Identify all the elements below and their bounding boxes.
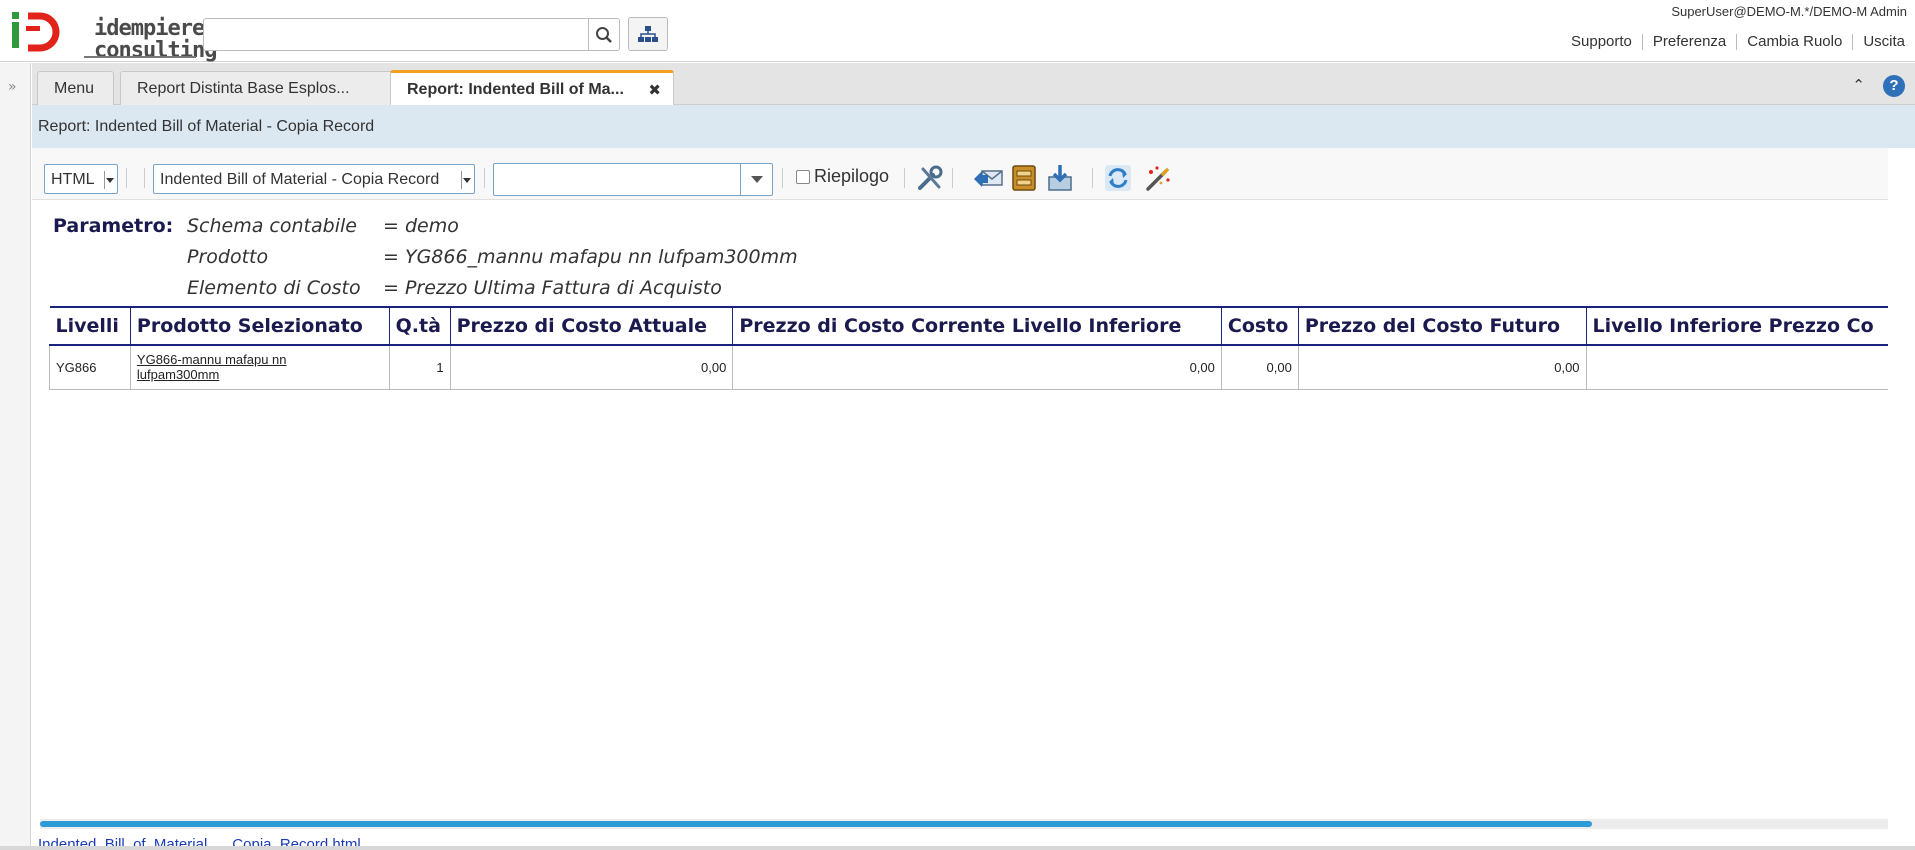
toolbar-separator [904,168,905,188]
link-supporto[interactable]: Supporto [1561,34,1642,50]
refresh-button[interactable] [1102,162,1134,194]
link-cambia-ruolo[interactable]: Cambia Ruolo [1736,34,1852,50]
link-uscita[interactable]: Uscita [1852,34,1915,50]
parameter-value: = YG866_mannu mafapu nn lufpam300mm [383,246,798,268]
cell-qta: 1 [388,345,451,390]
report-viewer: Parametro: Schema contabile = demo Prodot… [32,201,1888,813]
report-toolbar: HTML Indented Bill of Material - Copia R… [32,148,1888,200]
scrollbar-thumb[interactable] [40,821,1593,827]
export-button[interactable] [1044,162,1076,194]
help-icon[interactable]: ? [1883,75,1905,97]
toolbar-separator [952,168,953,188]
product-link-line[interactable]: YG866-mannu mafapu nn [137,352,383,367]
user-role-label[interactable]: SuperUser@DEMO-M.*/DEMO-M Admin [1671,4,1907,19]
toolbar-separator [782,168,783,188]
parameter-value: = demo [383,215,459,237]
logo-underline [84,56,196,58]
refresh-icon [1105,165,1131,191]
output-format-select[interactable]: HTML [44,164,118,194]
parameter-value: = Prezzo Ultima Fattura di Acquisto [383,277,722,299]
table-header-row: Livelli Prodotto Selezionato Q.tà Prezzo… [49,306,1888,346]
global-search-input[interactable] [203,18,589,51]
header: idempiere consulting SuperUser@DEMO-M.*/… [0,0,1915,62]
close-tab-icon[interactable]: ✖ [648,81,661,99]
tab-label: Menu [54,79,95,97]
product-link-line[interactable]: lufpam300mm [137,367,383,382]
print-format-value: Indented Bill of Material - Copia Record [160,171,440,188]
column-header[interactable]: Livelli [49,306,131,346]
column-header[interactable]: Prezzo di Costo Attuale [449,306,733,346]
customize-button[interactable] [914,162,946,194]
tab-bar: Menu Report Distinta Base Esplos... ✖ Re… [32,63,1915,106]
bottom-border [0,846,1915,850]
tab-report-indented-bom[interactable]: Report: Indented Bill of Ma... ✖ [390,70,674,106]
search-icon [596,26,612,43]
parameter-name: Elemento di Costo [187,277,361,299]
summary-label[interactable]: Riepilogo [814,166,889,187]
combo-dropdown-button[interactable] [740,164,772,195]
send-email-button[interactable] [972,162,1004,194]
link-preferenza[interactable]: Preferenza [1641,34,1736,50]
wizard-icon [1146,166,1170,191]
find-combobox[interactable] [493,163,773,196]
parameter-name: Prodotto [187,246,269,268]
send-email-icon [974,170,1003,187]
column-header[interactable]: Prezzo del Costo Futuro [1297,306,1587,346]
archive-icon [1012,165,1036,191]
column-header[interactable]: Prodotto Selezionato [129,306,390,346]
collapse-up-icon[interactable]: ⌃ [1852,76,1865,94]
column-header[interactable]: Costo [1220,306,1299,346]
tab-label: Report: Indented Bill of Ma... [407,80,624,98]
search-button[interactable] [588,18,620,51]
header-links: Supporto Preferenza Cambia Ruolo Uscita [1561,34,1915,50]
cell-livello-inferiore-prezzo [1585,345,1888,390]
export-icon [1048,165,1072,191]
table-row: YG866 YG866-mannu mafapu nn lufpam300mm … [49,345,1888,390]
logo-line-2: consulting [94,38,217,63]
cell-livelli: YG866 [49,345,131,390]
cell-costo-corrente-inferiore: 0,00 [732,345,1222,390]
horizontal-scrollbar[interactable] [40,819,1888,829]
column-header[interactable]: Prezzo di Costo Corrente Livello Inferio… [732,306,1222,346]
west-panel-collapsed: » [0,63,31,850]
sitemap-icon [638,26,658,42]
chevron-down-icon [461,171,471,189]
wizard-button[interactable] [1142,162,1174,194]
menu-tree-button[interactable] [628,17,668,51]
column-header[interactable]: Q.tà [388,306,451,346]
parameter-row: Prodotto = YG866_mannu mafapu nn lufpam30… [187,246,798,268]
tab-menu[interactable]: Menu [37,71,114,105]
cell-costo-futuro: 0,00 [1297,345,1587,390]
parameter-row: Elemento di Costo = Prezzo Ultima Fattura… [187,277,722,299]
window-title: Report: Indented Bill of Material - Copi… [32,105,1915,148]
chevron-down-icon [104,171,114,189]
report-table: Livelli Prodotto Selezionato Q.tà Prezzo… [49,306,1888,390]
column-header[interactable]: Livello Inferiore Prezzo Co [1585,306,1888,346]
tab-report-distinta-base[interactable]: Report Distinta Base Esplos... ✖ [120,71,416,105]
parameter-heading: Parametro: [53,215,174,237]
customize-icon [918,165,943,190]
archive-button[interactable] [1008,162,1040,194]
output-format-value: HTML [51,171,95,188]
expand-panel-icon[interactable]: » [8,79,17,95]
tab-label: Report Distinta Base Esplos... [137,79,350,97]
cell-prodotto-link[interactable]: YG866-mannu mafapu nn lufpam300mm [129,345,390,390]
logo-mark-icon [12,12,60,52]
logo-line-1: idempiere [94,16,205,41]
toolbar-separator [1092,168,1093,188]
parameter-name: Schema contabile [187,215,357,237]
toolbar-separator [126,168,127,188]
cell-costo-attuale: 0,00 [449,345,733,390]
parameter-row: Schema contabile = demo [187,215,459,237]
cell-costo: 0,00 [1220,345,1299,390]
idempiere-logo[interactable]: idempiere consulting [10,8,217,62]
toolbar-separator [144,168,145,188]
print-format-select[interactable]: Indented Bill of Material - Copia Record [153,164,475,194]
toolbar-separator [484,168,485,188]
summary-checkbox[interactable] [796,170,810,184]
